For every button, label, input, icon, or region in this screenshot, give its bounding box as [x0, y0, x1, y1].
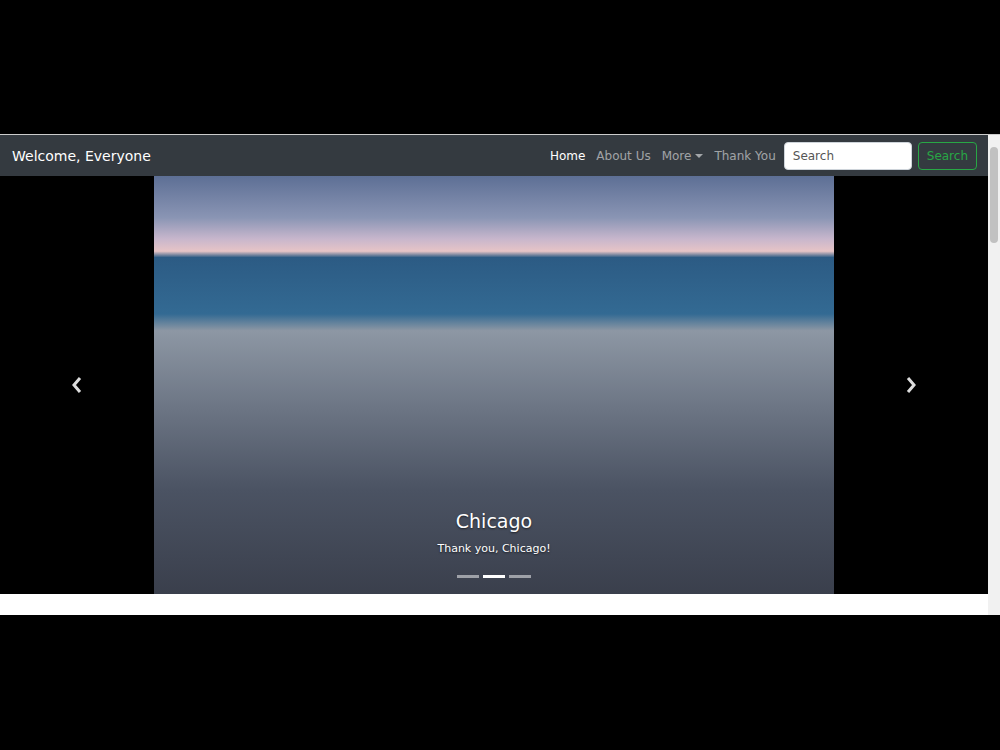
- caption-text: Thank you, Chicago!: [437, 542, 550, 555]
- nav-item[interactable]: Thank You: [714, 149, 775, 163]
- carousel-prev[interactable]: [0, 176, 154, 594]
- carousel-next[interactable]: [834, 176, 988, 594]
- browser-page: Welcome, Everyone Home About Us More Tha…: [0, 134, 1000, 615]
- carousel: Chicago Thank you, Chicago!: [0, 176, 988, 594]
- top-letterbox: [0, 0, 1000, 134]
- nav-item[interactable]: About Us: [596, 149, 650, 163]
- screen: Welcome, Everyone Home About Us More Tha…: [0, 0, 1000, 750]
- carousel-caption: Chicago Thank you, Chicago!: [437, 510, 550, 594]
- page-content: Welcome, Everyone Home About Us More Tha…: [0, 135, 988, 615]
- scrollbar[interactable]: [988, 135, 1000, 615]
- nav-item[interactable]: More: [662, 149, 704, 163]
- scrollbar-thumb[interactable]: [990, 147, 998, 243]
- carousel-indicator[interactable]: [509, 575, 531, 578]
- search-button[interactable]: Search: [918, 142, 977, 170]
- search-form: Search: [784, 142, 977, 170]
- carousel-indicators: [457, 575, 531, 578]
- navbar-right: Home About Us More Thank You Search: [550, 142, 977, 170]
- search-input[interactable]: [784, 142, 912, 170]
- carousel-indicator[interactable]: [483, 575, 505, 578]
- bottom-letterbox: [0, 615, 1000, 750]
- chevron-left-icon: [71, 377, 83, 393]
- page-body: [0, 594, 988, 615]
- carousel-indicator[interactable]: [457, 575, 479, 578]
- chevron-right-icon: [905, 377, 917, 393]
- nav-links: Home About Us More Thank You: [550, 149, 776, 163]
- caret-icon: [695, 154, 703, 158]
- nav-item[interactable]: Home: [550, 149, 585, 163]
- carousel-photo: Chicago Thank you, Chicago!: [154, 176, 834, 594]
- navbar-brand[interactable]: Welcome, Everyone: [12, 148, 151, 164]
- caption-title: Chicago: [456, 510, 532, 532]
- navbar: Welcome, Everyone Home About Us More Tha…: [0, 135, 988, 176]
